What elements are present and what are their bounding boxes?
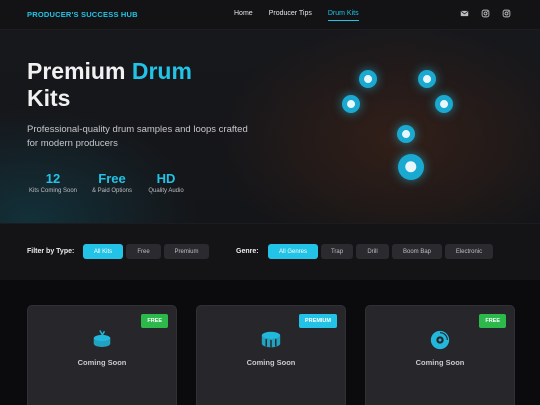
stat-number: Free: [98, 171, 126, 186]
stat-kits: 12 Kits Coming Soon: [27, 171, 79, 194]
hero-title-word-3: Kits: [27, 85, 71, 111]
record-disc-icon: [429, 329, 451, 351]
stat-label: & Paid Options: [91, 188, 133, 194]
hero-section: Premium Drum Kits Professional-quality d…: [0, 30, 540, 223]
top-navbar: PRODUCER'S SUCCESS HUB Home Producer Tip…: [0, 0, 540, 30]
instagram-icon[interactable]: [481, 9, 493, 21]
hero-title-word-1: Premium: [27, 58, 126, 84]
drum-pad-icon: [359, 70, 377, 88]
coming-soon-label: Coming Soon: [415, 358, 465, 367]
free-badge: FREE: [141, 314, 168, 328]
instagram-icon[interactable]: [502, 9, 514, 21]
genre-filter-label: Genre:: [236, 248, 259, 255]
drum-kit-card[interactable]: FREE Coming Soon: [365, 305, 515, 405]
email-icon[interactable]: [460, 9, 472, 21]
drum-kit-card[interactable]: PREMIUM Coming Soon: [196, 305, 346, 405]
filter-type-all-kits[interactable]: All Kits: [83, 244, 123, 259]
filter-genre-trap[interactable]: Trap: [321, 244, 353, 259]
type-filter-label: Filter by Type:: [27, 248, 75, 255]
filter-bar: Filter by Type: All Kits Free Premium Ge…: [0, 223, 540, 280]
stat-label: Quality Audio: [148, 188, 184, 194]
filter-genre-electronic[interactable]: Electronic: [445, 244, 493, 259]
coming-soon-label: Coming Soon: [77, 358, 127, 367]
free-badge: FREE: [479, 314, 506, 328]
snare-drum-icon: [260, 329, 282, 351]
drum-pad-icon: [435, 95, 453, 113]
premium-badge: PREMIUM: [299, 314, 337, 328]
hero-title-word-2: Drum: [131, 58, 192, 84]
filter-genre-boom-bap[interactable]: Boom Bap: [392, 244, 442, 259]
drum-pad-icon: [418, 70, 436, 88]
nav-links: Home Producer Tips Drum Kits: [234, 10, 375, 21]
nav-item-producer-tips[interactable]: Producer Tips: [269, 10, 312, 21]
hero-subtitle: Professional-quality drum samples and lo…: [27, 124, 248, 149]
stat-number: HD: [156, 171, 176, 186]
filter-type-premium[interactable]: Premium: [164, 244, 209, 259]
drum-kit-grid: FREE Coming Soon PREMIUM Coming Soon FRE…: [0, 280, 540, 405]
drum-pad-icon: [397, 125, 415, 143]
filter-genre-drill[interactable]: Drill: [356, 244, 389, 259]
filter-genre-all[interactable]: All Genres: [268, 244, 318, 259]
stat-options: Free & Paid Options: [89, 171, 135, 194]
hero-title: Premium Drum Kits: [27, 58, 267, 112]
drum-icon: [91, 329, 113, 351]
brand-logo[interactable]: PRODUCER'S SUCCESS HUB: [27, 10, 138, 19]
nav-item-home[interactable]: Home: [234, 10, 253, 21]
drum-pad-icon: [398, 154, 424, 180]
filter-type-free[interactable]: Free: [126, 244, 161, 259]
drum-kit-card[interactable]: FREE Coming Soon: [27, 305, 177, 405]
drum-pad-icon: [342, 95, 360, 113]
stat-number: 12: [45, 171, 61, 186]
stat-quality: HD Quality Audio: [144, 171, 188, 194]
coming-soon-label: Coming Soon: [246, 358, 296, 367]
nav-item-drum-kits[interactable]: Drum Kits: [327, 10, 359, 21]
stat-label: Kits Coming Soon: [28, 188, 78, 194]
